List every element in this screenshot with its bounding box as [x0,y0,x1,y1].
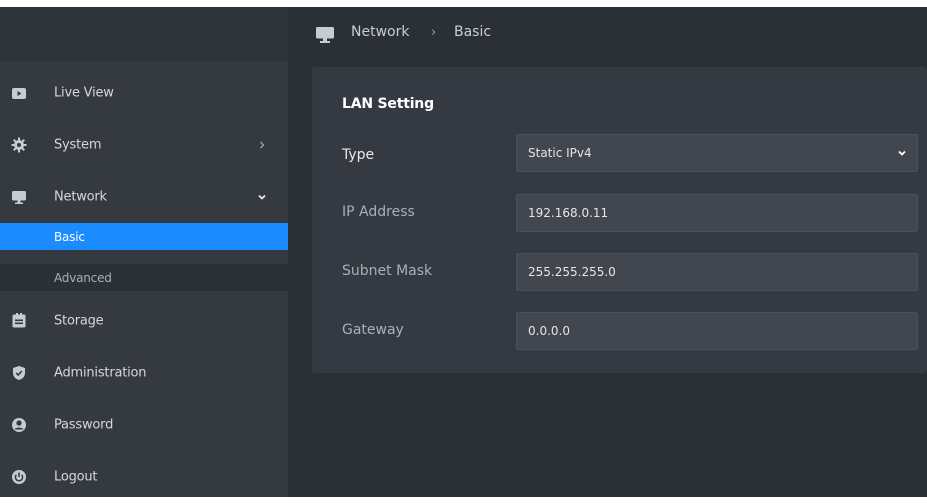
chevron-down-icon [896,147,908,159]
breadcrumb-section[interactable]: Network [351,24,409,40]
sidebar-item-logout[interactable]: Logout [0,451,288,503]
sidebar-item-system[interactable]: System [0,119,288,171]
panel-title: LAN Setting [342,96,434,112]
sidebar-item-network[interactable]: Network [0,171,288,223]
breadcrumb-page: Basic [454,24,492,40]
sidebar-subitem-advanced[interactable]: Advanced [0,264,288,291]
sidebar-item-storage[interactable]: Storage [0,295,288,347]
lan-setting-panel: LAN Setting Type Static IPv4 IP Address … [312,67,927,373]
gateway-label: Gateway [342,322,404,338]
sidebar-item-password[interactable]: Password [0,399,288,451]
sidebar-header [0,7,288,61]
sidebar-item-label: Logout [54,469,98,485]
sidebar-item-label: Administration [54,365,147,381]
gateway-input[interactable]: 0.0.0.0 [516,312,918,350]
chevron-right-icon [256,139,268,151]
power-icon [11,469,27,485]
storage-icon [11,313,27,329]
breadcrumb: Network › Basic [288,7,927,61]
sidebar-item-label: Storage [54,313,104,329]
main-content: Network › Basic LAN Setting Type Static … [288,7,927,497]
ip-address-label: IP Address [342,204,415,220]
camera-icon [11,85,27,101]
sidebar-item-administration[interactable]: Administration [0,347,288,399]
sidebar: Live View System Network Basic Advanced … [0,7,288,497]
subnet-mask-value: 255.255.255.0 [528,265,616,279]
monitor-icon [11,189,27,205]
sidebar-item-label: System [54,137,102,153]
sidebar-item-label: Live View [54,85,114,101]
type-select-value: Static IPv4 [528,146,592,160]
monitor-icon [315,26,335,44]
sidebar-item-live-view[interactable]: Live View [0,67,288,119]
gateway-value: 0.0.0.0 [528,324,570,338]
ip-address-input[interactable]: 192.168.0.11 [516,194,918,232]
sidebar-item-label: Password [54,417,114,433]
shield-icon [11,365,27,381]
chevron-down-icon [256,191,268,203]
subnet-mask-label: Subnet Mask [342,263,433,279]
type-label: Type [342,147,375,163]
breadcrumb-separator: › [431,25,437,40]
ip-address-value: 192.168.0.11 [528,206,609,220]
sidebar-subitem-label: Basic [54,229,85,244]
user-icon [11,417,27,433]
sidebar-subitem-basic[interactable]: Basic [0,223,288,250]
sidebar-item-label: Network [54,189,107,205]
type-select[interactable]: Static IPv4 [516,134,918,172]
gear-icon [11,137,27,153]
subnet-mask-input[interactable]: 255.255.255.0 [516,253,918,291]
sidebar-subitem-label: Advanced [54,270,112,285]
